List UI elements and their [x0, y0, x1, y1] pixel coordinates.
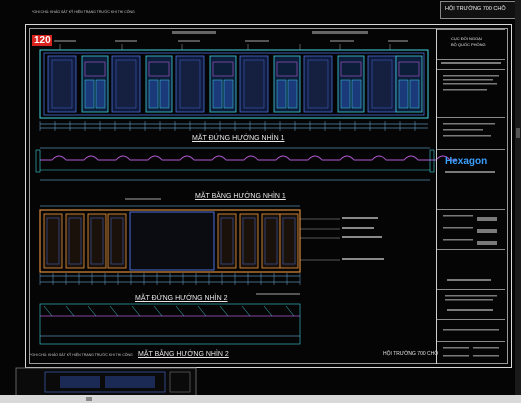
- sheet-thumbnails[interactable]: [0, 366, 515, 395]
- horizontal-scrollbar[interactable]: [0, 395, 521, 403]
- hall-name-tab: HỘI TRƯỜNG 700 CHỖ: [440, 1, 515, 19]
- drawing-viewport[interactable]: *GHI CHÚ: KHẢO SÁT KỸ HIỆN TRẠNG TRƯỚC K…: [0, 0, 515, 395]
- hall-name-top: HỘI TRƯỜNG 700 CHỖ: [445, 6, 506, 12]
- drawing-title-4: MẶT BẰNG HƯỚNG NHÌN 2: [138, 351, 229, 358]
- horizontal-scroll-thumb[interactable]: [86, 397, 92, 401]
- vertical-scroll-thumb[interactable]: [516, 128, 520, 138]
- title-block: CỤC ĐỐI NGOẠI BỘ QUỐC PHÒNG Hexagon: [436, 29, 505, 364]
- bottom-note: *GHI CHÚ: KHẢO SÁT KỸ HIỆN TRẠNG TRƯỚC K…: [30, 353, 133, 357]
- vertical-scrollbar[interactable]: [515, 0, 521, 403]
- title-block-text-lines: [441, 62, 501, 357]
- hall-name-bottom: HỘI TRƯỜNG 700 CHỖ: [383, 351, 439, 357]
